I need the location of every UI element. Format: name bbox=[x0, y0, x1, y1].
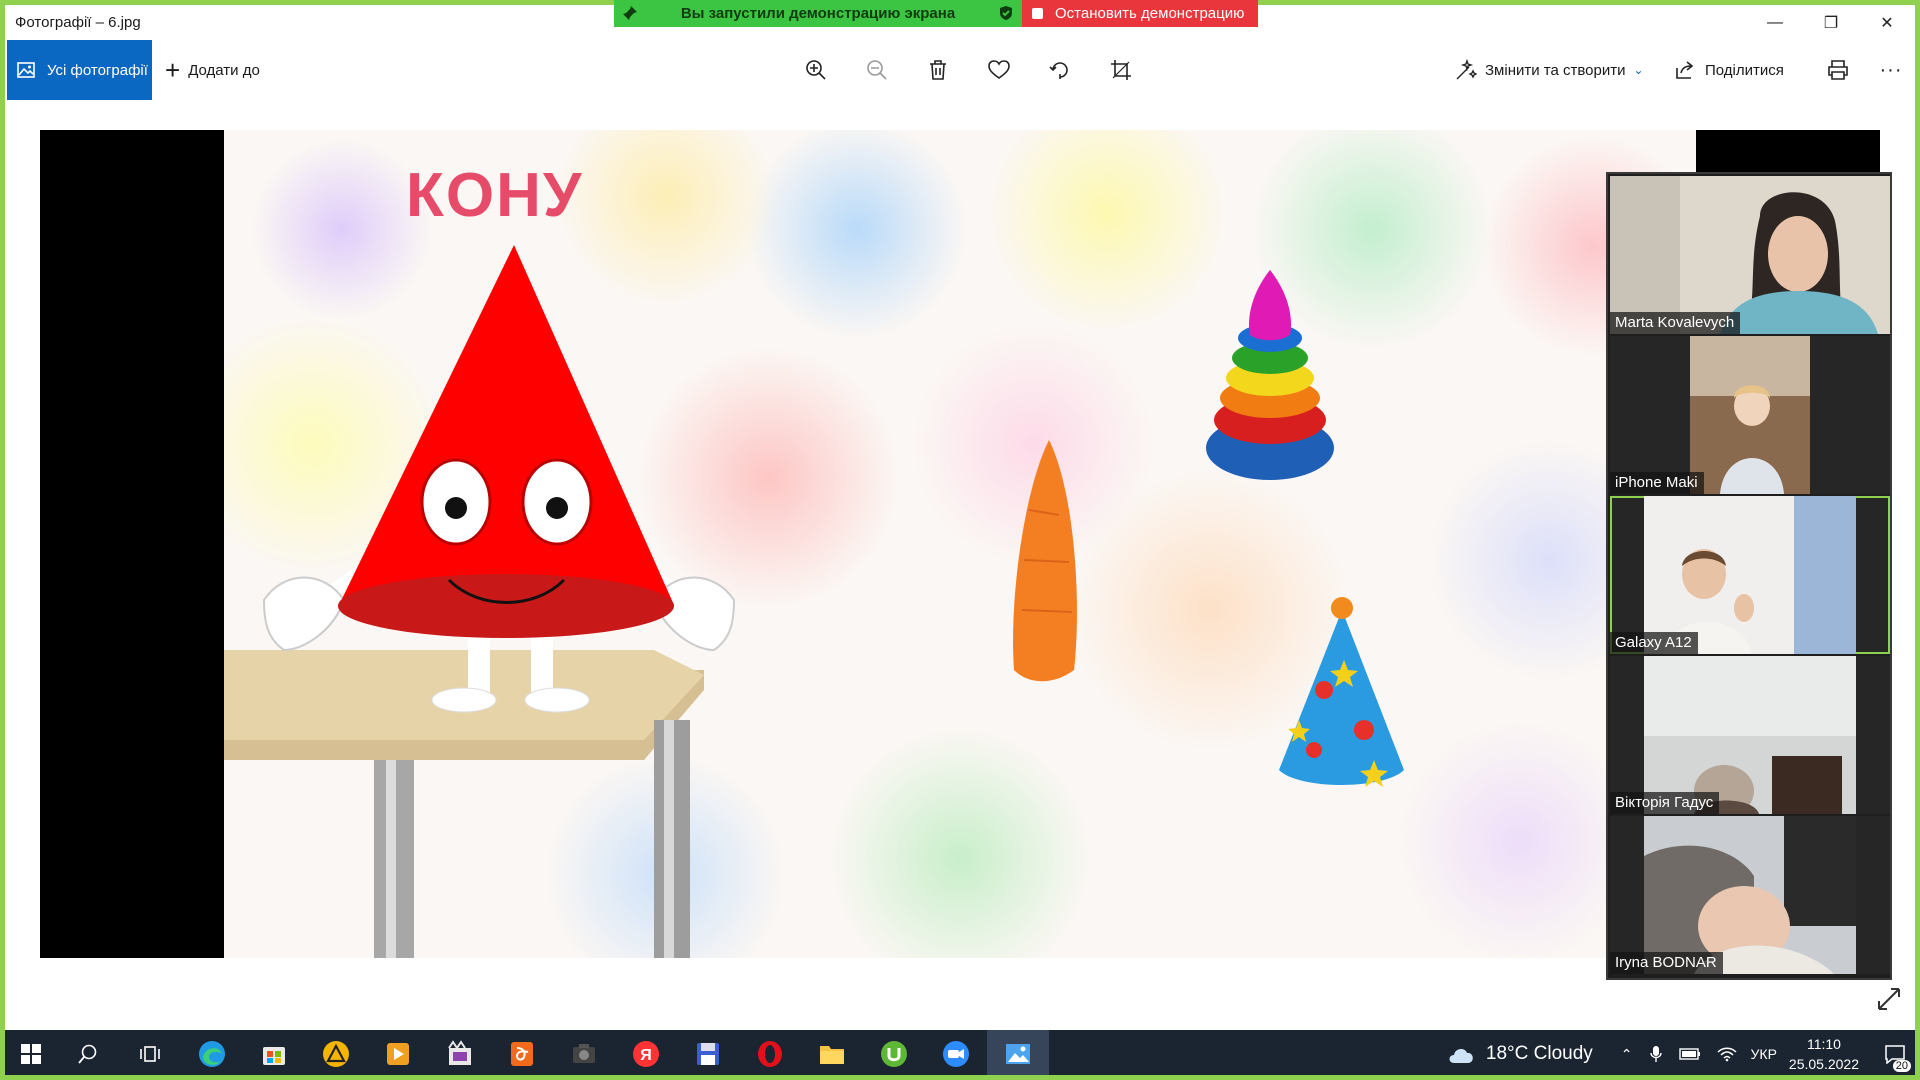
clock[interactable]: 11:10 25.05.2022 bbox=[1789, 1034, 1859, 1074]
pin-icon bbox=[623, 6, 637, 20]
pdf-icon[interactable] bbox=[491, 1030, 553, 1078]
photos-toolbar: Усі фотографії + Додати до Змінити та ст… bbox=[5, 40, 1915, 100]
participant-tile[interactable]: Вікторія Гадус bbox=[1610, 656, 1890, 814]
participant-tile[interactable]: Marta Kovalevych bbox=[1610, 176, 1890, 334]
zoom-out-icon[interactable] bbox=[846, 40, 907, 100]
print-icon[interactable] bbox=[1813, 40, 1863, 100]
chevron-up-icon[interactable]: ⌃ bbox=[1621, 1046, 1633, 1063]
delete-icon[interactable] bbox=[907, 40, 968, 100]
photos-icon[interactable] bbox=[987, 1030, 1049, 1078]
weather-widget[interactable]: 18°C Cloudy bbox=[1446, 1043, 1593, 1065]
video-editor-icon[interactable] bbox=[429, 1030, 491, 1078]
zoom-in-icon[interactable] bbox=[785, 40, 846, 100]
yandex-icon[interactable]: Я bbox=[615, 1030, 677, 1078]
camera-app-icon[interactable] bbox=[553, 1030, 615, 1078]
participant-name: iPhone Maki bbox=[1610, 472, 1704, 494]
search-icon[interactable] bbox=[57, 1030, 119, 1078]
stop-share-button[interactable]: Остановить демонстрацию bbox=[1022, 0, 1258, 27]
participant-tile[interactable]: iPhone Maki bbox=[1610, 336, 1890, 494]
weather-text: 18°C Cloudy bbox=[1485, 1043, 1593, 1064]
share-status[interactable]: Вы запустили демонстрацию экрана bbox=[614, 0, 1022, 27]
windows-icon bbox=[21, 1044, 41, 1064]
video-feed bbox=[1644, 656, 1856, 814]
photo-frame: КОНУ bbox=[40, 130, 1880, 958]
crop-icon[interactable] bbox=[1090, 40, 1151, 100]
stop-icon bbox=[1032, 8, 1043, 19]
utorrent-icon[interactable] bbox=[863, 1030, 925, 1078]
share-icon bbox=[1676, 61, 1694, 79]
plus-icon: + bbox=[165, 55, 181, 85]
screen-share-banner: Вы запустили демонстрацию экрана Останов… bbox=[614, 0, 1258, 27]
add-to-label: Додати до bbox=[188, 61, 260, 79]
store-icon[interactable] bbox=[243, 1030, 305, 1078]
zoom-icon[interactable] bbox=[925, 1030, 987, 1078]
chevron-down-icon: ⌄ bbox=[1633, 63, 1644, 77]
expand-icon[interactable] bbox=[1876, 986, 1902, 1012]
add-to-button[interactable]: + Додати до bbox=[165, 40, 260, 100]
minimize-button[interactable]: — bbox=[1747, 5, 1803, 40]
cloud-icon bbox=[1449, 1049, 1473, 1063]
microphone-icon[interactable] bbox=[1649, 1045, 1663, 1063]
maximize-button[interactable]: ❐ bbox=[1803, 5, 1859, 40]
window-controls: — ❐ ✕ bbox=[1747, 5, 1915, 40]
favorite-icon[interactable] bbox=[968, 40, 1029, 100]
language-indicator[interactable]: УКР bbox=[1751, 1046, 1777, 1062]
media-player-icon[interactable] bbox=[367, 1030, 429, 1078]
battery-icon[interactable] bbox=[1678, 1047, 1701, 1061]
edit-create-button[interactable]: Змінити та створити ⌄ bbox=[1455, 40, 1644, 100]
participant-name: Marta Kovalevych bbox=[1610, 312, 1741, 334]
opera-icon[interactable] bbox=[739, 1030, 801, 1078]
window-title: Фотографії – 6.jpg bbox=[15, 14, 141, 31]
video-feed bbox=[1644, 816, 1856, 974]
video-feed bbox=[1690, 336, 1810, 494]
floppy-icon[interactable] bbox=[677, 1030, 739, 1078]
photo-image: КОНУ bbox=[224, 130, 1696, 958]
participant-name: Iryna BODNAR bbox=[1610, 952, 1723, 974]
file-explorer-icon[interactable] bbox=[801, 1030, 863, 1078]
participant-tile[interactable]: Iryna BODNAR bbox=[1610, 816, 1890, 974]
video-feed bbox=[1644, 496, 1856, 654]
notification-button[interactable]: 20 bbox=[1875, 1030, 1915, 1078]
notification-count: 20 bbox=[1892, 1060, 1911, 1072]
all-photos-button[interactable]: Усі фотографії bbox=[7, 40, 152, 100]
rotate-icon[interactable] bbox=[1029, 40, 1090, 100]
shield-icon bbox=[1000, 6, 1012, 20]
image-tools bbox=[785, 40, 1151, 100]
participant-tile-active[interactable]: Galaxy A12 bbox=[1610, 496, 1890, 654]
close-button[interactable]: ✕ bbox=[1859, 5, 1915, 40]
all-photos-label: Усі фотографії bbox=[47, 61, 148, 79]
participant-name: Вікторія Гадус bbox=[1610, 792, 1720, 814]
taskbar: Я 18°C Cloudy ⌃ УКР 11:10 25.05.2022 20 bbox=[5, 1030, 1915, 1078]
more-options-button[interactable]: ··· bbox=[1867, 40, 1915, 100]
app-triangle-icon[interactable] bbox=[305, 1030, 367, 1078]
svg-text:Я: Я bbox=[640, 1047, 652, 1064]
cone-scene-illustration bbox=[224, 245, 1404, 958]
system-tray: 18°C Cloudy ⌃ УКР 11:10 25.05.2022 20 bbox=[1446, 1030, 1915, 1078]
share-button[interactable]: Поділитися bbox=[1675, 40, 1784, 100]
wifi-icon[interactable] bbox=[1717, 1046, 1737, 1062]
edit-create-label: Змінити та створити bbox=[1485, 61, 1626, 79]
edge-icon[interactable] bbox=[181, 1030, 243, 1078]
share-status-text: Вы запустили демонстрацию экрана bbox=[680, 5, 956, 22]
share-label: Поділитися bbox=[1705, 61, 1784, 79]
video-feed bbox=[1610, 176, 1890, 334]
gallery-icon bbox=[17, 62, 35, 78]
edit-magic-icon bbox=[1456, 59, 1477, 80]
participant-name: Galaxy A12 bbox=[1610, 632, 1698, 654]
clock-date: 25.05.2022 bbox=[1788, 1056, 1859, 1072]
stop-share-label: Остановить демонстрацию bbox=[1055, 5, 1245, 22]
start-button[interactable] bbox=[5, 1030, 57, 1078]
clock-time: 11:10 bbox=[1806, 1036, 1841, 1052]
task-view-icon[interactable] bbox=[119, 1030, 181, 1078]
participants-panel: Marta Kovalevych iPhone Maki Galaxy A12 bbox=[1606, 172, 1892, 980]
